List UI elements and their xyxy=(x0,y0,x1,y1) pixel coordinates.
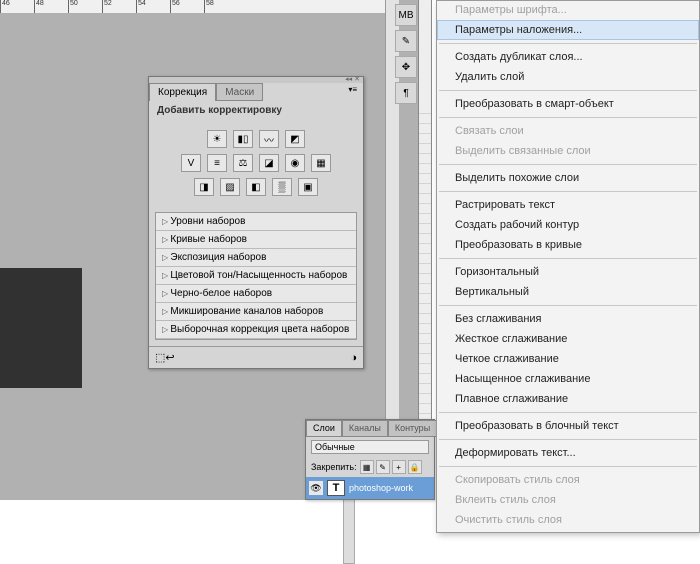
hue-icon[interactable]: ≡ xyxy=(207,154,227,172)
adjustment-list-item[interactable]: Черно-белое наборов xyxy=(156,285,356,303)
menu-item[interactable]: Преобразовать в смарт-объект xyxy=(437,94,699,114)
posterize-icon[interactable]: ▨ xyxy=(220,178,240,196)
tab-correction[interactable]: Коррекция xyxy=(149,83,216,101)
lock-all-icon[interactable]: 🔒 xyxy=(408,460,422,474)
dock-icons: MB ✎ ✥ ¶ xyxy=(395,0,419,108)
ruler-tick: 58 xyxy=(204,0,238,13)
menu-item: Скопировать стиль слоя xyxy=(437,470,699,490)
brightness-icon[interactable]: ☀ xyxy=(207,130,227,148)
menu-separator xyxy=(439,412,697,413)
lock-transparency-icon[interactable]: ▦ xyxy=(360,460,374,474)
adjustments-list: Уровни наборовКривые наборовЭкспозиция н… xyxy=(155,212,357,340)
layer-item[interactable]: 👁 T photoshop-work xyxy=(306,477,434,499)
footer-icon-right[interactable]: ◑ xyxy=(350,352,357,364)
tab-layers[interactable]: Слои xyxy=(306,420,342,437)
menu-item: Выделить связанные слои xyxy=(437,141,699,161)
menu-item: Параметры шрифта... xyxy=(437,3,699,20)
lock-brush-icon[interactable]: ✎ xyxy=(376,460,390,474)
invert-icon[interactable]: ◨ xyxy=(194,178,214,196)
menu-separator xyxy=(439,191,697,192)
menu-item: Связать слои xyxy=(437,121,699,141)
menu-item[interactable]: Вертикальный xyxy=(437,282,699,302)
adjustment-list-item[interactable]: Экспозиция наборов xyxy=(156,249,356,267)
curves-icon[interactable]: 〰 xyxy=(259,130,279,148)
photofilter-icon[interactable]: ◉ xyxy=(285,154,305,172)
lock-label: Закрепить: xyxy=(311,462,357,472)
tab-channels[interactable]: Каналы xyxy=(342,420,388,437)
menu-item[interactable]: Создать рабочий контур xyxy=(437,215,699,235)
ruler-tick: 54 xyxy=(136,0,170,13)
threshold-icon[interactable]: ◧ xyxy=(246,178,266,196)
ruler-tick: 48 xyxy=(34,0,68,13)
levels-icon[interactable]: ▮▯ xyxy=(233,130,253,148)
selective-icon[interactable]: ▣ xyxy=(298,178,318,196)
vibrance-icon[interactable]: V xyxy=(181,154,201,172)
ruler-horizontal: 46485052545658 xyxy=(0,0,385,13)
menu-item[interactable]: Растрировать текст xyxy=(437,195,699,215)
footer-icon-left[interactable]: ⬚↩ xyxy=(155,351,175,364)
menu-item: Очистить стиль слоя xyxy=(437,510,699,530)
char-dock-icon[interactable]: ¶ xyxy=(395,82,417,104)
menu-item[interactable]: Деформировать текст... xyxy=(437,443,699,463)
mb-icon[interactable]: MB xyxy=(395,4,417,26)
adjustment-list-item[interactable]: Цветовой тон/Насыщенность наборов xyxy=(156,267,356,285)
menu-separator xyxy=(439,439,697,440)
menu-item[interactable]: Горизонтальный xyxy=(437,262,699,282)
ruler-tick: 52 xyxy=(102,0,136,13)
exposure-icon[interactable]: ◩ xyxy=(285,130,305,148)
menu-separator xyxy=(439,117,697,118)
blend-mode-select[interactable]: Обычные xyxy=(311,440,429,454)
brush-dock-icon[interactable]: ✎ xyxy=(395,30,417,52)
menu-item: Вклеить стиль слоя xyxy=(437,490,699,510)
layer-thumb: T xyxy=(327,480,345,496)
menu-item[interactable]: Плавное сглаживание xyxy=(437,389,699,409)
bw-icon[interactable]: ◪ xyxy=(259,154,279,172)
tab-paths[interactable]: Контуры xyxy=(388,420,437,437)
visibility-icon[interactable]: 👁 xyxy=(309,481,323,495)
menu-item[interactable]: Преобразовать в блочный текст xyxy=(437,416,699,436)
adjustments-icons: ☀ ▮▯ 〰 ◩ V ≡ ⚖ ◪ ◉ ▦ ◨ ▨ ◧ ▒ ▣ xyxy=(149,120,363,206)
menu-item[interactable]: Жесткое сглаживание xyxy=(437,329,699,349)
menu-item[interactable]: Создать дубликат слоя... xyxy=(437,47,699,67)
adjustments-panel: ◂◂ ✕ Коррекция Маски ▾≡ Добавить коррект… xyxy=(148,76,364,369)
lock-position-icon[interactable]: + xyxy=(392,460,406,474)
menu-item[interactable]: Преобразовать в кривые xyxy=(437,235,699,255)
menu-item[interactable]: Выделить похожие слои xyxy=(437,168,699,188)
panel-footer: ⬚↩ ◑ xyxy=(149,346,363,368)
clone-dock-icon[interactable]: ✥ xyxy=(395,56,417,78)
ruler-tick: 56 xyxy=(170,0,204,13)
adjustment-list-item[interactable]: Кривые наборов xyxy=(156,231,356,249)
menu-item[interactable]: Без сглаживания xyxy=(437,309,699,329)
menu-separator xyxy=(439,305,697,306)
canvas-dark-shape xyxy=(0,268,82,388)
balance-icon[interactable]: ⚖ xyxy=(233,154,253,172)
mixer-icon[interactable]: ▦ xyxy=(311,154,331,172)
menu-item[interactable]: Удалить слой xyxy=(437,67,699,87)
menu-item[interactable]: Насыщенное сглаживание xyxy=(437,369,699,389)
gradient-icon[interactable]: ▒ xyxy=(272,178,292,196)
tab-masks[interactable]: Маски xyxy=(216,83,263,101)
layer-name: photoshop-work xyxy=(349,483,413,493)
menu-item[interactable]: Параметры наложения... xyxy=(437,20,699,40)
menu-separator xyxy=(439,466,697,467)
ruler-tick: 50 xyxy=(68,0,102,13)
menu-separator xyxy=(439,258,697,259)
menu-separator xyxy=(439,90,697,91)
adjustments-title: Добавить корректировку xyxy=(149,101,363,120)
adjustment-list-item[interactable]: Выборочная коррекция цвета наборов xyxy=(156,321,356,339)
context-menu: Параметры шрифта...Параметры наложения..… xyxy=(436,0,700,533)
adjustment-list-item[interactable]: Микширование каналов наборов xyxy=(156,303,356,321)
menu-item[interactable]: Четкое сглаживание xyxy=(437,349,699,369)
ruler-tick: 46 xyxy=(0,0,34,13)
menu-separator xyxy=(439,164,697,165)
layers-panel: Слои Каналы Контуры Обычные Закрепить: ▦… xyxy=(305,419,435,500)
panel-menu-icon[interactable]: ▾≡ xyxy=(342,83,363,101)
adjustment-list-item[interactable]: Уровни наборов xyxy=(156,213,356,231)
menu-separator xyxy=(439,43,697,44)
